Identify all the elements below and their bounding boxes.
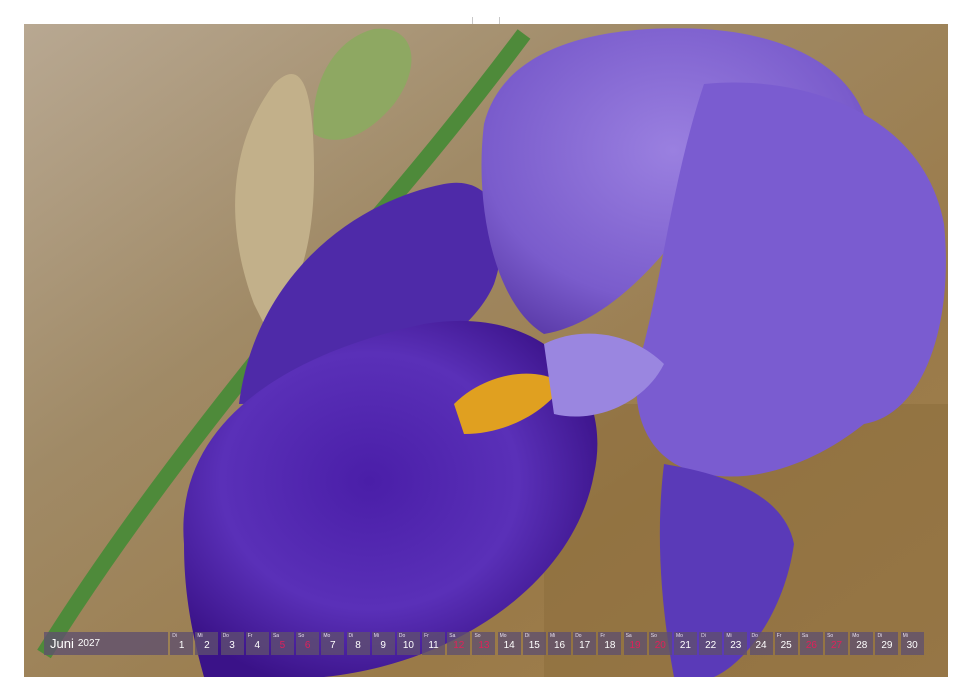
day-number: 19 — [629, 640, 641, 651]
weekday-label: So — [827, 633, 834, 639]
weekday-label: Mo — [852, 633, 860, 639]
weekday-label: Mo — [675, 633, 683, 639]
weekday-label: Do — [575, 633, 582, 639]
weekday-label: Do — [222, 633, 229, 639]
calendar-day: Mi 2 — [195, 632, 219, 655]
day-number: 10 — [402, 640, 414, 651]
weekday-label: Mi — [902, 633, 908, 639]
weekday-label: Di — [172, 633, 177, 639]
year-label: 2027 — [77, 638, 101, 649]
day-number: 24 — [755, 640, 767, 651]
weekday-label: Fr — [600, 633, 606, 639]
day-number: 5 — [279, 640, 286, 651]
calendar-day: Fr 18 — [598, 632, 622, 655]
calendar-day: Mo 7 — [321, 632, 345, 655]
weekday-label: Mi — [550, 633, 556, 639]
weekday-label: Sa — [449, 633, 456, 639]
weekday-label: Mi — [373, 633, 379, 639]
day-number: 11 — [428, 640, 439, 651]
weekday-label: Mi — [726, 633, 732, 639]
calendar-day: Fr 25 — [774, 632, 798, 655]
weekday-label: Sa — [272, 633, 280, 639]
calendar-day: So 13 — [472, 632, 496, 655]
iris-photo — [24, 24, 948, 677]
day-number: 27 — [831, 640, 843, 651]
weekday-label: Di — [701, 633, 706, 639]
day-number: 23 — [730, 640, 742, 651]
day-number: 4 — [254, 640, 261, 651]
weekday-label: Di — [524, 633, 530, 639]
calendar-day: Mi 9 — [371, 632, 395, 655]
weekday-label: Di — [877, 633, 883, 639]
weekday-label: Fr — [424, 633, 429, 639]
weekday-label: So — [650, 633, 657, 639]
weekday-label: So — [474, 633, 481, 639]
day-number: 14 — [503, 640, 515, 651]
day-number: 7 — [330, 640, 336, 651]
weekday-label: So — [298, 633, 305, 639]
weekday-label: Do — [398, 633, 406, 639]
calendar-day: Di 1 — [170, 632, 194, 655]
day-number: 12 — [453, 640, 465, 651]
weekday-label: Fr — [247, 633, 253, 639]
calendar-day: Sa 19 — [623, 632, 647, 655]
calendar-day: Do 17 — [573, 632, 597, 655]
calendar-day: Di 22 — [699, 632, 723, 655]
weekday-label: Sa — [625, 633, 632, 639]
calendar-day: Sa 12 — [447, 632, 471, 655]
calendar-day: Do 24 — [749, 632, 773, 655]
calendar-strip: Juni 2027 Di 1 Mi 2 Do 3 Fr 4 Sa 5 So 6 Mo 7 Di 8 Mi 9 Do 1… — [44, 632, 928, 655]
calendar-day: Do 10 — [396, 632, 420, 655]
day-number: 8 — [355, 640, 361, 651]
calendar-day: Mi 16 — [548, 632, 571, 655]
calendar-day: Mi 23 — [724, 632, 748, 655]
day-number: 26 — [805, 640, 817, 651]
day-number: 22 — [705, 640, 717, 651]
day-number: 30 — [906, 640, 918, 651]
day-number: 15 — [528, 640, 540, 651]
day-number: 16 — [553, 640, 566, 651]
day-number: 20 — [654, 640, 666, 651]
month-label: Juni 2027 — [44, 632, 168, 655]
weekday-label: Mo — [499, 633, 507, 639]
calendar-day: So 20 — [648, 632, 672, 655]
day-number: 2 — [204, 640, 210, 651]
weekday-label: Mi — [197, 633, 203, 639]
calendar-day: Do 3 — [220, 632, 244, 655]
day-number: 18 — [604, 640, 616, 651]
day-number: 25 — [780, 640, 792, 651]
day-number: 3 — [229, 640, 235, 651]
calendar-day: Sa 5 — [270, 632, 294, 655]
calendar-day: Mo 14 — [497, 632, 521, 655]
day-number: 6 — [304, 640, 311, 651]
day-number: 21 — [679, 640, 691, 651]
calendar-day: Mi 30 — [900, 632, 924, 655]
calendar-day: Fr 4 — [245, 632, 269, 655]
day-number: 29 — [881, 640, 893, 651]
calendar-day: Di 15 — [522, 632, 546, 655]
day-number: 17 — [579, 640, 591, 651]
calendar-day: So 6 — [296, 632, 320, 655]
calendar-day: Di 8 — [346, 632, 370, 655]
weekday-label: Di — [348, 633, 354, 639]
calendar-day: So 27 — [825, 632, 849, 655]
iris-illustration — [24, 24, 948, 677]
day-number: 13 — [478, 640, 490, 651]
weekday-label: Mo — [323, 633, 331, 639]
calendar-day: Mo 28 — [850, 632, 874, 655]
day-number: 9 — [380, 640, 386, 651]
calendar-day: Sa 26 — [799, 632, 823, 655]
weekday-label: Do — [751, 633, 758, 639]
day-number: 1 — [178, 640, 185, 651]
day-cells: Di 1 Mi 2 Do 3 Fr 4 Sa 5 So 6 Mo 7 Di 8 Mi 9 Do 10 Fr 11 Sa 12 S… — [168, 632, 924, 655]
weekday-label: Fr — [776, 633, 782, 639]
weekday-label: Sa — [801, 633, 808, 639]
month-name: Juni — [50, 636, 74, 651]
calendar-day: Di 29 — [875, 632, 899, 655]
calendar-day: Mo 21 — [673, 632, 697, 655]
calendar-day: Fr 11 — [422, 632, 446, 655]
day-number: 28 — [856, 640, 868, 651]
